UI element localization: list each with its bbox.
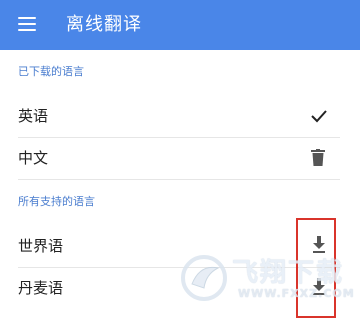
hamburger-menu-icon[interactable]: [18, 17, 36, 31]
trash-icon[interactable]: [311, 149, 325, 167]
divider: [18, 179, 340, 180]
language-label: 中文: [18, 149, 49, 167]
watermark-text: 飞翔下载: [232, 258, 345, 288]
app-bar: 离线翻译: [0, 0, 360, 50]
watermark-url: WWW.FXXZ.COM: [238, 287, 355, 300]
section-header-supported: 所有支持的语言: [18, 195, 95, 208]
language-row-chinese[interactable]: 中文: [0, 138, 340, 178]
watermark-logo-icon: [181, 255, 227, 301]
section-header-downloaded: 已下载的语言: [18, 65, 84, 78]
language-label: 世界语: [18, 237, 64, 255]
language-label: 丹麦语: [18, 279, 64, 297]
page-title: 离线翻译: [66, 14, 142, 35]
check-icon: [311, 110, 327, 123]
watermark: 飞翔下载 WWW.FXXZ.COM: [180, 250, 354, 310]
language-label: 英语: [18, 107, 49, 125]
language-row-english[interactable]: 英语: [0, 96, 340, 136]
